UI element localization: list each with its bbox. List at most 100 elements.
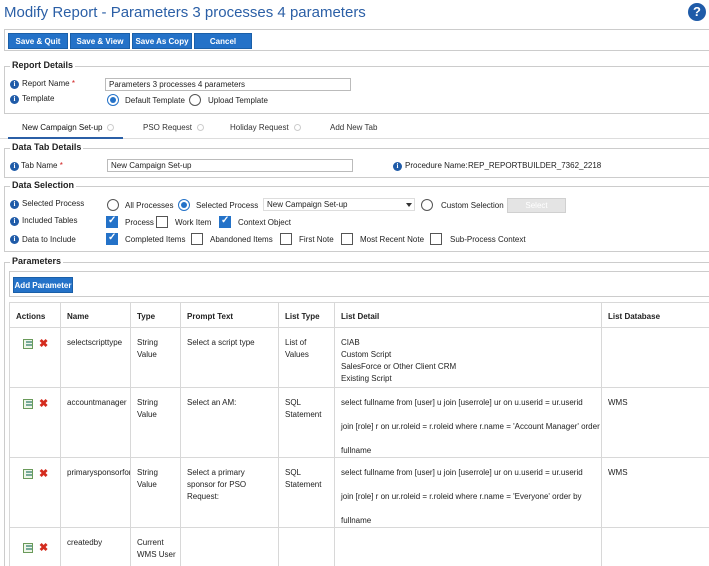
tab-name-input[interactable]: New Campaign Set-up <box>107 159 353 172</box>
edit-icon[interactable] <box>23 469 33 479</box>
all-processes-label: All Processes <box>125 201 174 210</box>
cell-list-detail: select fullname from [user] u join [user… <box>334 387 602 458</box>
add-parameter-button[interactable]: Add Parameter <box>13 277 73 293</box>
row-actions: ✖ <box>9 527 61 566</box>
table-row: ✖ selectscripttype String Value Select a… <box>9 327 709 388</box>
column-header-prompt-text: Prompt Text <box>180 302 279 328</box>
tab-holiday-request[interactable]: Holiday Request <box>230 123 301 132</box>
edit-icon[interactable] <box>23 543 33 553</box>
cell-prompt: Select an AM: <box>180 387 279 458</box>
custom-selection-radio[interactable] <box>421 199 433 211</box>
process-checkbox[interactable] <box>106 215 118 228</box>
upload-template-radio[interactable] <box>189 94 201 106</box>
abandoned-items-label: Abandoned Items <box>210 235 273 244</box>
column-header-name: Name <box>60 302 131 328</box>
save-and-view-button[interactable]: Save & View <box>70 33 130 49</box>
edit-icon[interactable] <box>23 339 33 349</box>
cell-name: accountmanager <box>60 387 131 458</box>
completed-items-checkbox[interactable] <box>106 232 118 245</box>
cell-list-database <box>601 527 709 566</box>
parameters-title: Parameters <box>10 256 64 266</box>
abandoned-items-checkbox[interactable] <box>191 233 203 245</box>
cell-type: String Value <box>130 457 181 528</box>
help-icon[interactable]: ? <box>688 3 706 21</box>
edit-icon[interactable] <box>23 399 33 409</box>
delete-icon[interactable]: ✖ <box>39 339 48 350</box>
default-template-radio[interactable] <box>107 94 119 106</box>
report-details-title: Report Details <box>10 60 76 70</box>
all-processes-radio[interactable] <box>107 199 119 211</box>
cancel-button[interactable]: Cancel <box>194 33 252 49</box>
info-icon: i <box>393 162 402 171</box>
process-dropdown[interactable]: New Campaign Set-up <box>263 198 415 211</box>
chevron-down-icon[interactable] <box>406 203 412 207</box>
tab-pso-request[interactable]: PSO Request <box>143 123 204 132</box>
first-note-label: First Note <box>299 235 334 244</box>
selected-process-radio[interactable] <box>178 199 190 211</box>
cell-name: createdby <box>60 527 131 566</box>
toolbar: Save & Quit Save & View Save As Copy Can… <box>4 29 709 51</box>
cell-list-type <box>278 527 335 566</box>
select-button[interactable]: Select <box>507 198 566 213</box>
work-item-checkbox-label: Work Item <box>175 218 212 227</box>
sub-process-context-checkbox[interactable] <box>430 233 442 245</box>
tab-status-icon <box>196 124 204 131</box>
row-actions: ✖ <box>9 327 61 388</box>
cell-prompt: Select a script type <box>180 327 279 388</box>
cell-list-detail: select fullname from [user] u join [user… <box>334 457 602 528</box>
delete-icon[interactable]: ✖ <box>39 543 48 554</box>
table-header-row: Actions Name Type Prompt Text List Type … <box>9 302 709 328</box>
tab-label: Holiday Request <box>230 123 289 132</box>
save-as-copy-button[interactable]: Save As Copy <box>132 33 192 49</box>
report-name-input[interactable]: Parameters 3 processes 4 parameters <box>105 78 351 91</box>
info-icon: i <box>10 200 19 209</box>
column-header-list-detail: List Detail <box>334 302 602 328</box>
tab-name-label: Tab Name <box>21 161 58 170</box>
context-object-checkbox-label: Context Object <box>238 218 291 227</box>
column-header-list-database: List Database <box>601 302 709 328</box>
tab-new-campaign-setup[interactable]: New Campaign Set-up <box>22 123 115 132</box>
selected-process-option-label: Selected Process <box>196 201 259 210</box>
list-detail-line: SalesForce or Other Client CRM <box>341 362 457 371</box>
list-detail-line: join [role] r on ur.roleid = r.roleid wh… <box>341 422 602 431</box>
info-icon: i <box>10 162 19 171</box>
first-note-checkbox[interactable] <box>280 233 292 245</box>
most-recent-note-checkbox[interactable] <box>341 233 353 245</box>
list-detail-line: Custom Script <box>341 350 392 359</box>
context-object-checkbox[interactable] <box>219 215 231 228</box>
cell-prompt: Select a primary sponsor for PSO Request… <box>180 457 279 528</box>
report-name-label: Report Name <box>22 79 70 88</box>
cell-name: primarysponsorforre <box>60 457 131 528</box>
sub-process-context-label: Sub-Process Context <box>450 235 526 244</box>
process-checkbox-label: Process <box>125 218 154 227</box>
list-detail-line: Existing Script <box>341 374 392 383</box>
work-item-checkbox[interactable] <box>156 216 168 228</box>
cell-list-database: WMS <box>601 457 709 528</box>
tab-add-new-tab[interactable]: Add New Tab <box>330 123 377 132</box>
cell-list-type: SQL Statement <box>278 387 335 458</box>
active-tab-indicator <box>8 137 123 139</box>
procedure-name-value: REP_REPORTBUILDER_7362_2218 <box>468 161 602 170</box>
custom-selection-label: Custom Selection <box>441 201 504 210</box>
cell-list-type: SQL Statement <box>278 457 335 528</box>
column-header-list-type: List Type <box>278 302 335 328</box>
page-title: Modify Report - Parameters 3 processes 4… <box>4 4 366 21</box>
column-header-type: Type <box>130 302 181 328</box>
save-and-quit-button[interactable]: Save & Quit <box>8 33 68 49</box>
tab-status-icon <box>107 124 115 131</box>
template-label: Template <box>22 94 55 103</box>
column-header-actions: Actions <box>9 302 61 328</box>
table-row: ✖ primarysponsorforre String Value Selec… <box>9 457 709 528</box>
upload-template-label: Upload Template <box>208 96 268 105</box>
table-row: ✖ accountmanager String Value Select an … <box>9 387 709 458</box>
cell-type: String Value <box>130 387 181 458</box>
row-actions: ✖ <box>9 457 61 528</box>
delete-icon[interactable]: ✖ <box>39 399 48 410</box>
completed-items-label: Completed Items <box>125 235 186 244</box>
cell-list-detail: CIAB Custom Script SalesForce or Other C… <box>334 327 602 388</box>
required-mark: * <box>71 79 75 88</box>
list-detail-line: select fullname from [user] u join [user… <box>341 398 583 407</box>
tab-label: PSO Request <box>143 123 192 132</box>
data-selection-title: Data Selection <box>10 180 77 190</box>
delete-icon[interactable]: ✖ <box>39 469 48 480</box>
